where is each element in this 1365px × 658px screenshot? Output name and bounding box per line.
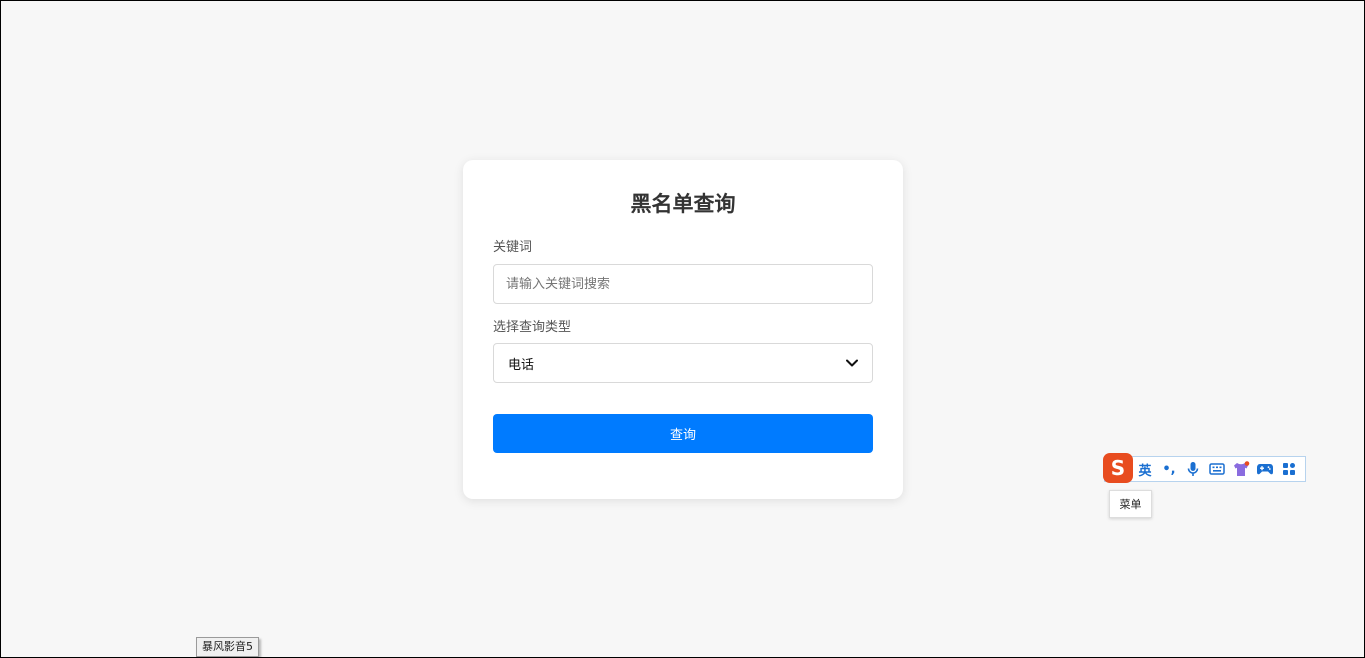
ime-menu-tooltip: 菜单 — [1109, 490, 1152, 518]
gamepad-icon[interactable] — [1253, 457, 1277, 481]
ime-punctuation-toggle[interactable]: •, — [1157, 457, 1181, 481]
chevron-down-icon — [846, 357, 858, 369]
query-type-label: 选择查询类型 — [493, 320, 572, 335]
query-type-select[interactable]: 电话 — [493, 343, 873, 383]
skin-shirt-icon[interactable] — [1229, 457, 1253, 481]
taskbar-app-label[interactable]: 暴风影音5 — [196, 637, 259, 657]
keyword-label: 关键词 — [493, 240, 533, 255]
toolbox-grid-icon[interactable] — [1277, 457, 1301, 481]
query-button[interactable]: 查询 — [493, 414, 873, 453]
ime-toolbar: S 英 •, — [1103, 453, 1306, 483]
page-title: 黑名单查询 — [630, 192, 736, 216]
sogou-logo-icon[interactable]: S — [1103, 453, 1133, 483]
blacklist-query-card: 黑名单查询 关键词 选择查询类型 电话 查询 — [463, 160, 903, 499]
ime-mode-toggle[interactable]: 英 — [1133, 457, 1157, 481]
keyboard-icon[interactable] — [1205, 457, 1229, 481]
keyword-input[interactable] — [493, 264, 873, 304]
query-type-selected-value: 电话 — [508, 357, 535, 373]
microphone-icon[interactable] — [1181, 457, 1205, 481]
